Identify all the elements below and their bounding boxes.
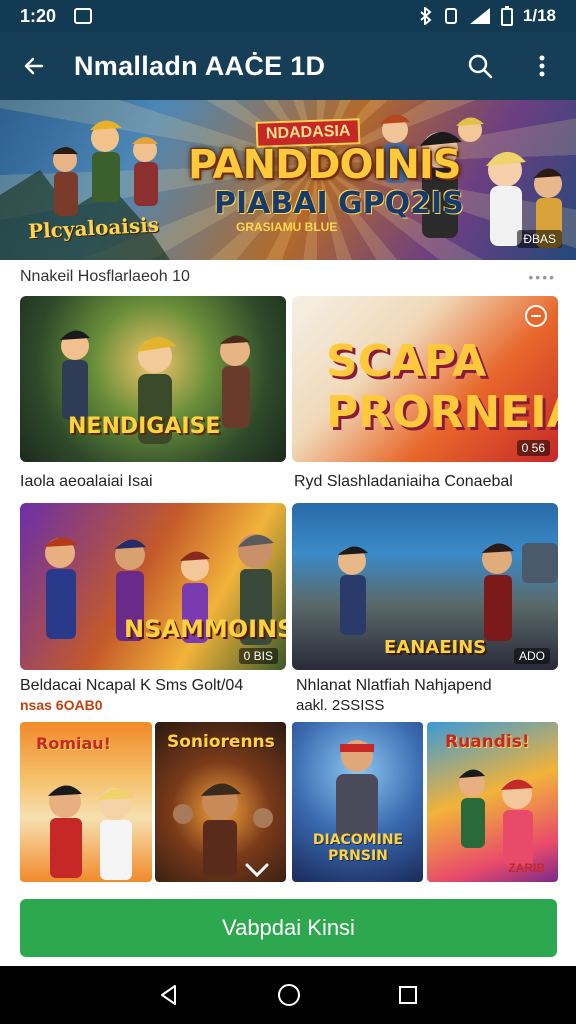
app-bar: Nmalladn AAĊE 1D [0, 32, 576, 100]
system-nav-bar [0, 966, 576, 1024]
game-card-3[interactable]: NSAMMOINS 0 BIS [20, 503, 286, 670]
nav-home-icon[interactable] [276, 982, 302, 1008]
game-card-2-label[interactable]: Ryd Slashladaniaiha Conaebal [294, 473, 513, 491]
banner-title: PANDDOINIS [188, 142, 462, 188]
game-card-4-caption: EANAEINS [384, 637, 487, 658]
banner-subtitle: PIABAI GPQ2IS [214, 186, 464, 221]
game-card-1-label[interactable]: Iaola aeoalaiai Isai [20, 473, 153, 491]
banner-small-text: GRASIAMU BLUE [236, 220, 338, 234]
game-card-3-badge: 0 BIS [238, 648, 278, 664]
arrow-left-icon [24, 57, 44, 75]
game-tile-2[interactable]: Soniorenns [155, 722, 286, 882]
game-card-1-caption: NENDIGAISE [68, 414, 221, 439]
game-tile-1[interactable]: Romiau! [20, 722, 152, 882]
back-button[interactable] [16, 48, 52, 84]
game-card-4-label[interactable]: Nhlanat Nlatfiah Nahjapend [296, 677, 492, 695]
app-title: Nmalladn AAĊE 1D [74, 50, 326, 81]
game-card-3-caption: NSAMMOINS [124, 615, 286, 643]
game-card-4-badge: ADO [513, 648, 550, 664]
section-more-dots[interactable]: •••• [528, 269, 556, 285]
card-3-characters [44, 534, 274, 645]
search-button[interactable] [462, 48, 498, 84]
section-title: Nnakeil Hosflarlaeoh 10 [20, 268, 190, 285]
primary-cta-button[interactable]: Vabpdai Kinsi [20, 899, 557, 957]
status-bar: 1:20 1/18 [0, 0, 576, 32]
game-card-2-badge: 0 56 [516, 440, 550, 456]
vibrate-icon [444, 8, 457, 24]
game-tile-1-caption: Romiau! [36, 734, 111, 753]
game-card-2[interactable]: SCAPA PRORNEIAIS 0 56 [292, 296, 558, 462]
status-time: 1:20 [20, 5, 57, 26]
game-card-3-art [20, 503, 286, 670]
game-card-2-caption: SCAPA PRORNEIAIS [326, 336, 558, 438]
notification-icon [74, 8, 93, 24]
game-card-1[interactable]: NENDIGAISE [20, 296, 286, 462]
game-card-4[interactable]: EANAEINS ADO [292, 503, 558, 670]
game-tile-2-caption: Soniorenns [167, 732, 275, 752]
game-tile-3[interactable]: DIACOMINE PRNSIN [292, 722, 423, 882]
nav-recents-icon[interactable] [397, 984, 419, 1006]
card-2-target-icon [525, 305, 547, 327]
more-options-button[interactable] [524, 48, 560, 84]
game-tile-4-caption: Ruandis! [445, 732, 530, 752]
game-tile-4-badge: ZARIB [508, 861, 545, 875]
hero-banner[interactable]: NDADASIA PANDDOINIS PIABAI GPQ2IS GRASIA… [0, 100, 576, 260]
game-card-3-sublabel: nsas 6OAB0 [20, 697, 103, 713]
section-header: Nnakeil Hosflarlaeoh 10 •••• [20, 266, 556, 288]
game-card-3-label[interactable]: Beldacai Ncapal K Sms Golt/04 [20, 677, 243, 695]
banner-badge: ĐBAS [517, 230, 562, 248]
bluetooth-icon [420, 7, 432, 25]
search-icon [468, 54, 493, 79]
status-right-time: 1/18 [522, 6, 556, 25]
more-vertical-icon [539, 55, 545, 77]
game-tile-3-caption: DIACOMINE PRNSIN [312, 832, 404, 864]
chevron-down-icon[interactable] [243, 860, 271, 880]
nav-back-icon[interactable] [157, 983, 181, 1007]
game-tile-4[interactable]: Ruandis! ZARIB [427, 722, 558, 882]
battery-icon [500, 6, 513, 26]
signal-icon [469, 8, 490, 24]
game-card-4-sublabel: aakl. 2SSISS [296, 697, 385, 714]
